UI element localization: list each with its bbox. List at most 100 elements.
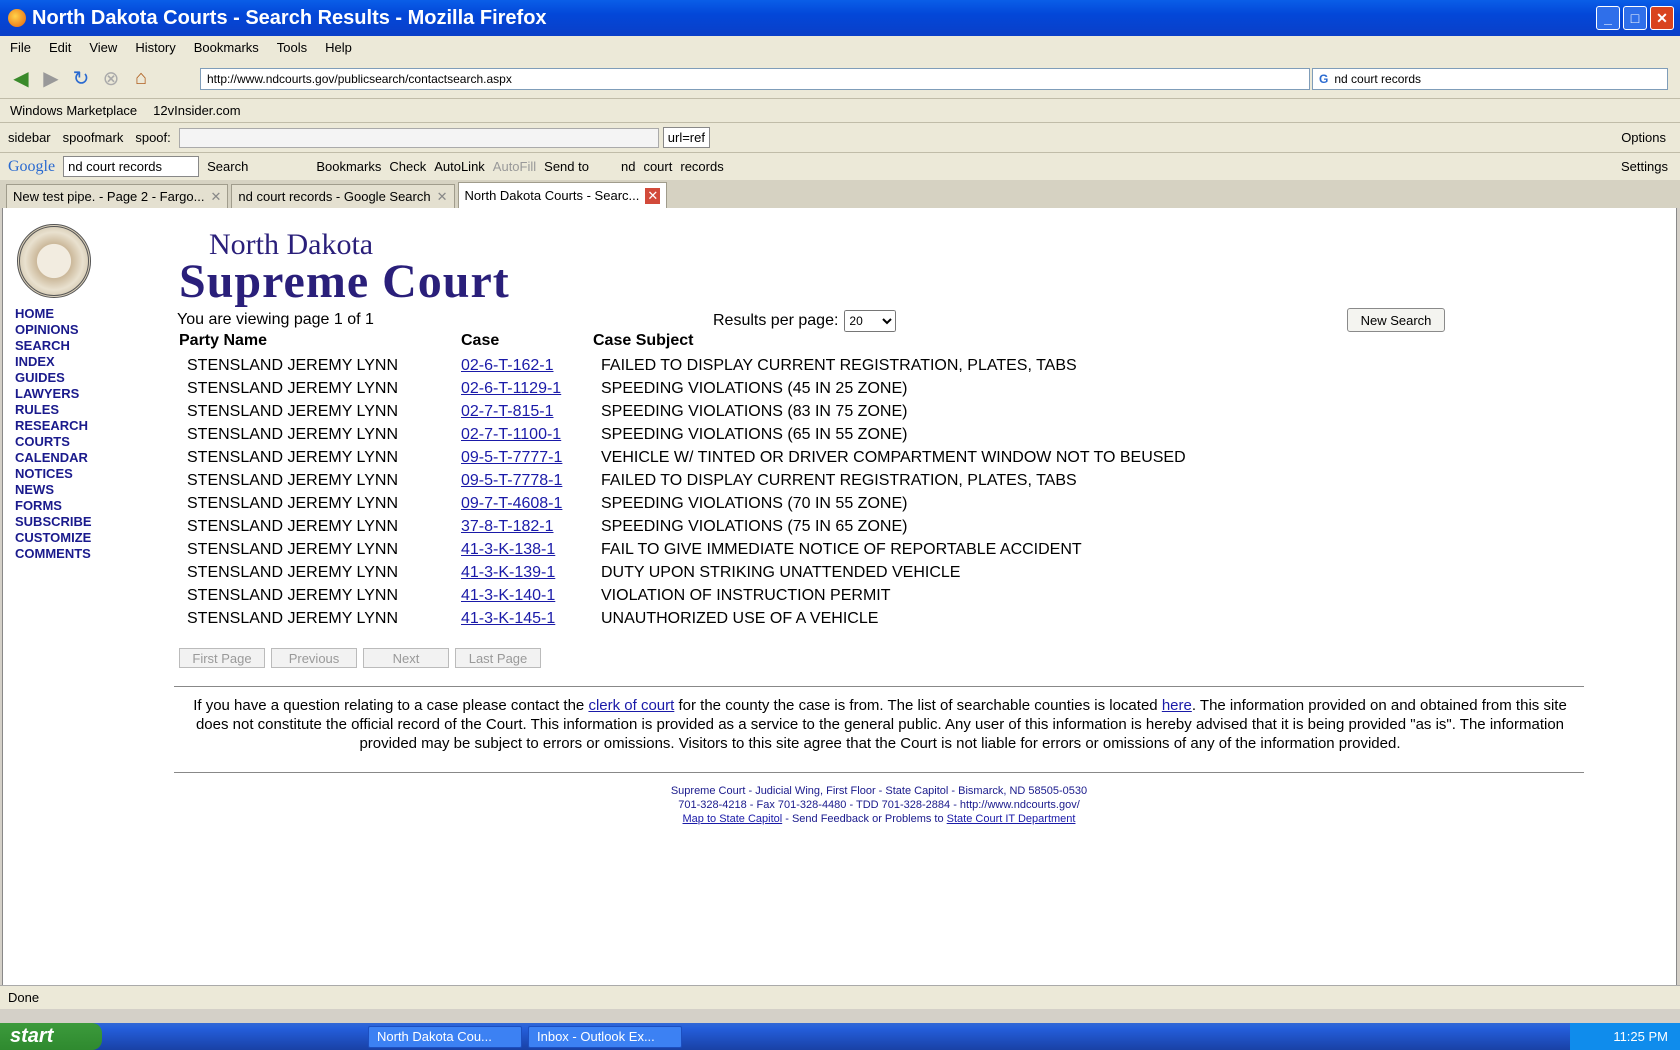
nav-index[interactable]: INDEX — [15, 354, 92, 370]
nav-forms[interactable]: FORMS — [15, 498, 92, 514]
case-link[interactable]: 09-7-T-4608-1 — [461, 495, 562, 512]
home-icon[interactable]: ⌂ — [128, 65, 154, 91]
menu-view[interactable]: View — [89, 40, 117, 55]
new-search-button[interactable]: New Search — [1347, 308, 1445, 332]
menu-edit[interactable]: Edit — [49, 40, 71, 55]
case-link[interactable]: 02-6-T-1129-1 — [461, 380, 561, 397]
case-link[interactable]: 41-3-K-145-1 — [461, 610, 555, 627]
case-link[interactable]: 41-3-K-139-1 — [461, 564, 555, 581]
autolink-button[interactable]: AutoLink — [434, 159, 485, 174]
bookmark-12vinsider[interactable]: 12vInsider.com — [153, 103, 240, 118]
case-subject-cell: FAILED TO DISPLAY CURRENT REGISTRATION, … — [601, 356, 1077, 374]
table-row: STENSLAND JEREMY LYNN 41-3-K-145-1 UNAUTHO… — [175, 607, 1190, 630]
menu-help[interactable]: Help — [325, 40, 352, 55]
nav-notices[interactable]: NOTICES — [15, 466, 92, 482]
tab-nd-courts[interactable]: North Dakota Courts - Searc... ✕ — [457, 182, 668, 208]
results-table: Party Name Case Case Subject STENSLAND J… — [175, 328, 1190, 630]
nav-comments[interactable]: COMMENTS — [15, 546, 92, 562]
tab-label: North Dakota Courts - Searc... — [464, 188, 640, 203]
case-link[interactable]: 02-6-T-162-1 — [461, 357, 554, 374]
case-link[interactable]: 02-7-T-1100-1 — [461, 426, 561, 443]
case-cell: 37-8-T-182-1 — [457, 515, 589, 538]
send-to-button[interactable]: Send to — [544, 159, 589, 174]
menu-tools[interactable]: Tools — [277, 40, 307, 55]
nav-subscribe[interactable]: SUBSCRIBE — [15, 514, 92, 530]
case-link[interactable]: 02-7-T-815-1 — [461, 403, 554, 420]
start-button[interactable]: start — [0, 1023, 102, 1050]
url-ref-field[interactable]: url=ref — [662, 127, 710, 148]
google-search-button[interactable]: Search — [207, 159, 248, 174]
google-toolbar-input[interactable]: nd court records — [63, 156, 200, 177]
back-icon[interactable]: ◀ — [8, 65, 34, 91]
google-bookmarks-button[interactable]: Bookmarks — [316, 159, 381, 174]
last-page-button[interactable]: Last Page — [455, 648, 541, 668]
autofill-button[interactable]: AutoFill — [493, 159, 536, 174]
nav-news[interactable]: NEWS — [15, 482, 92, 498]
menu-history[interactable]: History — [135, 40, 175, 55]
clerk-of-court-link[interactable]: clerk of court — [588, 697, 674, 714]
party-name-cell: STENSLAND JEREMY LYNN — [187, 540, 399, 558]
counties-here-link[interactable]: here — [1162, 697, 1192, 714]
nav-research[interactable]: RESEARCH — [15, 418, 92, 434]
nav-customize[interactable]: CUSTOMIZE — [15, 530, 92, 546]
party-name-cell: STENSLAND JEREMY LYNN — [187, 586, 399, 604]
bookmark-windows-marketplace[interactable]: Windows Marketplace — [10, 103, 137, 118]
stop-icon[interactable]: ⊗ — [98, 65, 124, 91]
close-tab-icon[interactable]: ✕ — [645, 187, 661, 204]
url-text[interactable]: http://www.ndcourts.gov/publicsearch/con… — [207, 72, 512, 86]
case-subject-cell: SPEEDING VIOLATIONS (75 IN 65 ZONE) — [601, 517, 908, 535]
google-search-engine-icon[interactable]: G — [1313, 72, 1334, 86]
url-bar[interactable]: http://www.ndcourts.gov/publicsearch/con… — [200, 68, 1310, 90]
previous-button[interactable]: Previous — [271, 648, 357, 668]
case-link[interactable]: 37-8-T-182-1 — [461, 518, 554, 535]
close-window-button[interactable]: ✕ — [1650, 6, 1674, 30]
taskbar-outlook[interactable]: Inbox - Outlook Ex... — [528, 1025, 682, 1048]
map-link[interactable]: Map to State Capitol — [683, 813, 783, 825]
nav-search[interactable]: SEARCH — [15, 338, 92, 354]
options-button[interactable]: Options — [1621, 130, 1666, 145]
close-tab-icon[interactable]: ✕ — [210, 189, 221, 205]
tab-bar: New test pipe. - Page 2 - Fargo... ✕ nd c… — [0, 180, 1680, 208]
case-link[interactable]: 41-3-K-140-1 — [461, 587, 555, 604]
menu-file[interactable]: File — [10, 40, 31, 55]
nav-courts[interactable]: COURTS — [15, 434, 92, 450]
check-button[interactable]: Check — [389, 159, 426, 174]
search-term-nd[interactable]: nd — [621, 159, 635, 174]
nav-opinions[interactable]: OPINIONS — [15, 322, 92, 338]
tab-fargo[interactable]: New test pipe. - Page 2 - Fargo... ✕ — [6, 184, 229, 208]
nav-rules[interactable]: RULES — [15, 402, 92, 418]
maximize-button[interactable]: □ — [1623, 6, 1647, 30]
spoofmark-button[interactable]: spoofmark — [63, 130, 124, 145]
nav-calendar[interactable]: CALENDAR — [15, 450, 92, 466]
search-bar-text[interactable]: nd court records — [1334, 72, 1421, 86]
case-subject-cell: VEHICLE W/ TINTED OR DRIVER COMPARTMENT … — [601, 448, 1186, 466]
table-row: STENSLAND JEREMY LYNN 41-3-K-140-1 VIOLATI… — [175, 584, 1190, 607]
next-button[interactable]: Next — [363, 648, 449, 668]
case-subject-cell: VIOLATION OF INSTRUCTION PERMIT — [601, 586, 891, 604]
search-term-court[interactable]: court — [643, 159, 672, 174]
it-department-link[interactable]: State Court IT Department — [947, 813, 1076, 825]
nav-guides[interactable]: GUIDES — [15, 370, 92, 386]
case-cell: 02-6-T-162-1 — [457, 354, 589, 377]
close-tab-icon[interactable]: ✕ — [437, 189, 448, 205]
settings-button[interactable]: Settings — [1621, 159, 1668, 174]
spoof-input[interactable] — [178, 127, 659, 148]
minimize-button[interactable]: _ — [1596, 6, 1620, 30]
tab-google-search[interactable]: nd court records - Google Search ✕ — [231, 184, 455, 208]
case-link[interactable]: 09-5-T-7778-1 — [461, 472, 562, 489]
first-page-button[interactable]: First Page — [179, 648, 265, 668]
search-term-records[interactable]: records — [680, 159, 723, 174]
nav-lawyers[interactable]: LAWYERS — [15, 386, 92, 402]
nav-home[interactable]: HOME — [15, 306, 92, 322]
taskbar-firefox[interactable]: North Dakota Cou... — [368, 1025, 522, 1048]
spoof-label: spoof: — [135, 130, 171, 145]
search-bar[interactable]: G nd court records — [1312, 68, 1668, 90]
menu-bookmarks[interactable]: Bookmarks — [194, 40, 259, 55]
pager: First Page Previous Next Last Page — [179, 648, 541, 668]
table-row: STENSLAND JEREMY LYNN 02-6-T-1129-1 SPEEDI… — [175, 377, 1190, 400]
reload-icon[interactable]: ↻ — [68, 65, 94, 91]
sidebar-button[interactable]: sidebar — [8, 130, 51, 145]
case-link[interactable]: 09-5-T-7777-1 — [461, 449, 562, 466]
forward-icon[interactable]: ▶ — [38, 65, 64, 91]
case-link[interactable]: 41-3-K-138-1 — [461, 541, 555, 558]
